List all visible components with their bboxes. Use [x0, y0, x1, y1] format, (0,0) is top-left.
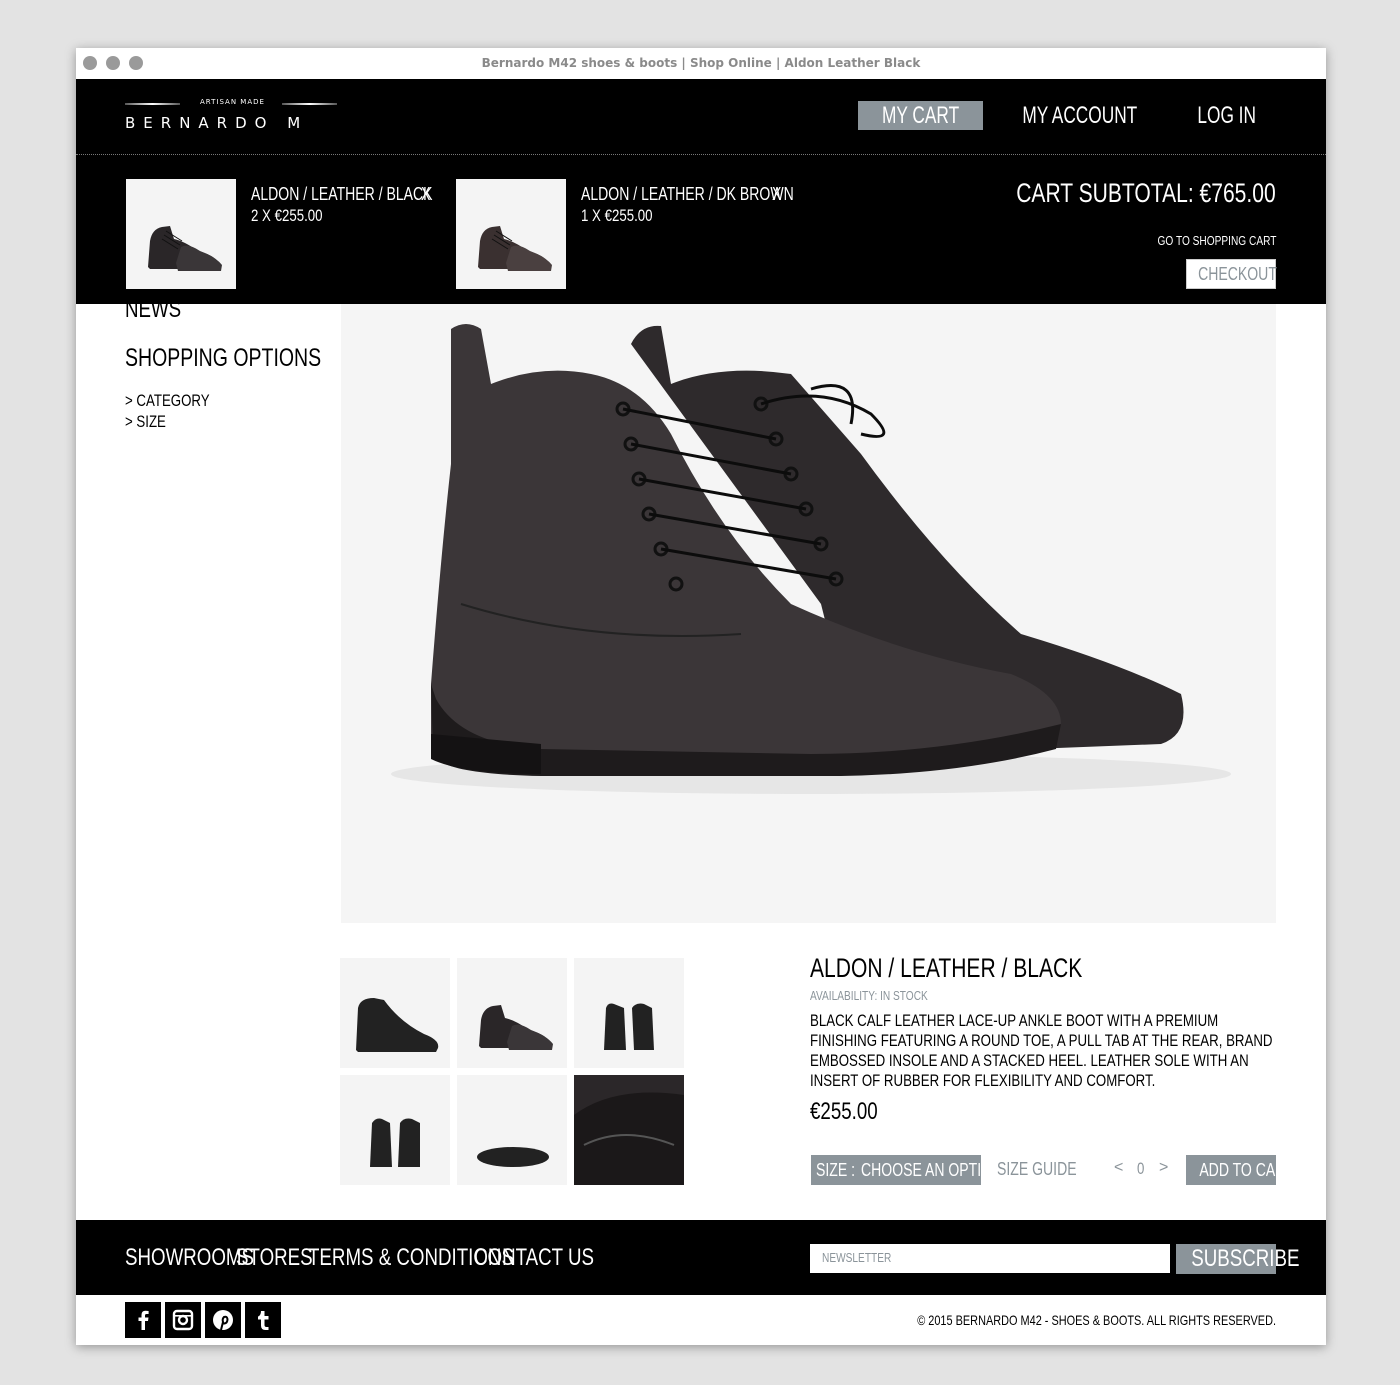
cart-item-name-label: ALDON / LEATHER / BLACK — [251, 184, 433, 204]
shopping-options-label: SHOPPING OPTIONS — [125, 344, 322, 372]
size-select-label: SIZE : — [816, 1160, 856, 1180]
chevron-right-icon: > — [1159, 1159, 1169, 1176]
product-title-label: ALDON / LEATHER / BLACK — [810, 953, 1083, 983]
facebook-icon[interactable] — [125, 1302, 161, 1338]
sidebar-link-size[interactable]: > SIZE — [125, 412, 177, 432]
boot-image-icon — [391, 324, 1231, 794]
add-to-cart-label: ADD TO CART — [1199, 1160, 1294, 1180]
site-footer: SHOWROOMS STORES TERMS & CONDITIONS CONT… — [76, 1220, 1326, 1295]
quantity-value-label: 0 — [1137, 1159, 1145, 1178]
cart-item-name[interactable]: ALDON / LEATHER / BLACK — [251, 184, 484, 205]
product-thumbnail[interactable] — [340, 1075, 450, 1185]
availability-label: AVAILABILITY: IN STOCK — [810, 988, 928, 1003]
size-select[interactable]: SIZE : CHOOSE AN OPTION — [811, 1155, 1002, 1185]
go-to-cart-link[interactable]: GO TO SHOPPING CART — [1124, 233, 1276, 248]
cart-item-qty-label: 2 X €255.00 — [251, 206, 323, 225]
boot-image-icon — [370, 1118, 420, 1167]
newsletter-placeholder: NEWSLETTER — [822, 1250, 892, 1265]
checkout-button[interactable]: CHECKOUT — [1186, 259, 1277, 289]
product-thumbnail[interactable] — [457, 1075, 567, 1185]
cart-item-image[interactable] — [126, 179, 236, 289]
footer-link-contact-label: CONTACT US — [474, 1244, 594, 1271]
title-bar: Bernardo M42 shoes & boots | Shop Online… — [76, 48, 1326, 80]
product-title: ALDON / LEATHER / BLACK — [810, 953, 1159, 984]
size-select-value: CHOOSE AN OPTION — [861, 1160, 1003, 1180]
copyright-label: © 2015 BERNARDO M42 - SHOES & BOOTS. ALL… — [917, 1312, 1276, 1328]
window-title: Bernardo M42 shoes & boots | Shop Online… — [481, 56, 921, 70]
nav-log-in-label: LOG IN — [1197, 102, 1256, 129]
qty-increase-button[interactable]: > — [1159, 1159, 1168, 1177]
remove-icon: X — [772, 184, 782, 204]
cart-item-qty-price: 2 X €255.00 — [251, 206, 343, 226]
product-price: €255.00 — [810, 1098, 897, 1126]
size-guide-link[interactable]: SIZE GUIDE — [997, 1159, 1099, 1180]
tumblr-glyph — [258, 1311, 269, 1330]
remove-icon: X — [421, 184, 431, 204]
boot-image-icon — [478, 226, 552, 271]
go-to-cart-label: GO TO SHOPPING CART — [1157, 233, 1276, 248]
sidebar-link-category[interactable]: > CATEGORY — [125, 391, 233, 411]
cart-subtotal-label: CART SUBTOTAL: €765.00 — [1016, 178, 1276, 208]
cart-dropdown: ALDON / LEATHER / BLACK 2 X €255.00 X AL… — [76, 155, 1326, 304]
product-description: BLACK CALF LEATHER LACE-UP ANKLE BOOT WI… — [810, 1011, 1273, 1090]
checkout-label: CHECKOUT — [1198, 264, 1277, 284]
subscribe-button[interactable]: SUBSCRIBE — [1176, 1244, 1299, 1274]
boot-image-icon — [479, 1005, 553, 1050]
chevron-left-icon: < — [1114, 1159, 1124, 1176]
boot-image-icon — [356, 998, 439, 1052]
instagram-icon[interactable] — [165, 1302, 201, 1338]
nav-my-account[interactable]: MY ACCOUNT — [991, 101, 1169, 130]
instagram-glyph — [172, 1309, 194, 1331]
size-guide-label: SIZE GUIDE — [997, 1159, 1077, 1179]
brand-logo[interactable]: ARTISAN MADE BERNARDO M — [125, 98, 340, 135]
top-nav: MY CART MY ACCOUNT LOG IN — [850, 101, 1276, 130]
pinterest-glyph — [213, 1310, 233, 1331]
boot-image-icon — [148, 226, 222, 271]
newsletter-input[interactable]: NEWSLETTER — [810, 1244, 1170, 1273]
nav-my-cart[interactable]: MY CART — [857, 101, 984, 130]
cart-item-qty-price: 1 X €255.00 — [581, 206, 673, 226]
product-main-image[interactable] — [341, 304, 1276, 923]
add-to-cart-button[interactable]: ADD TO CART — [1186, 1155, 1294, 1185]
boot-image-icon — [604, 1003, 654, 1050]
shopping-options-heading: SHOPPING OPTIONS — [125, 344, 376, 373]
logo-rule-left — [125, 103, 180, 105]
quantity-value[interactable]: 0 — [1137, 1159, 1146, 1179]
logo-rule-right — [282, 103, 337, 105]
footer-link-stores-label: STORES — [236, 1244, 313, 1271]
cart-item-name[interactable]: ALDON / LEATHER / DK BROWN — [581, 184, 854, 205]
sidebar-link-category-label: > CATEGORY — [125, 391, 210, 410]
site-header: ARTISAN MADE BERNARDO M MY CART MY ACCOU… — [76, 79, 1326, 155]
boot-detail-image-icon — [574, 1092, 684, 1185]
tumblr-icon[interactable] — [245, 1302, 281, 1338]
copyright-text: © 2015 BERNARDO M42 - SHOES & BOOTS. ALL… — [816, 1312, 1276, 1328]
product-thumbnail[interactable] — [574, 958, 684, 1068]
logo-tagline: ARTISAN MADE — [200, 98, 265, 106]
product-thumbnail[interactable] — [457, 958, 567, 1068]
product-thumbnail[interactable] — [574, 1075, 684, 1185]
footer-link-contact[interactable]: CONTACT US — [474, 1244, 628, 1272]
boot-sole-image-icon — [477, 1147, 549, 1167]
cart-item-remove-button[interactable]: X — [421, 184, 433, 205]
cart-subtotal: CART SUBTOTAL: €765.00 — [943, 178, 1276, 209]
product-thumbnail[interactable] — [340, 958, 450, 1068]
nav-my-cart-label: MY CART — [881, 102, 960, 129]
sidebar-link-size-label: > SIZE — [125, 412, 166, 431]
cart-item-qty-label: 1 X €255.00 — [581, 206, 653, 225]
subscribe-label: SUBSCRIBE — [1191, 1245, 1300, 1272]
cart-item-image[interactable] — [456, 179, 566, 289]
price-label: €255.00 — [810, 1098, 878, 1125]
qty-decrease-button[interactable]: < — [1114, 1159, 1123, 1177]
product-availability: AVAILABILITY: IN STOCK — [810, 988, 961, 1003]
footer-link-showrooms-label: SHOWROOMS — [125, 1244, 254, 1271]
pinterest-icon[interactable] — [205, 1302, 241, 1338]
nav-my-account-label: MY ACCOUNT — [1022, 102, 1138, 129]
cart-item-name-label: ALDON / LEATHER / DK BROWN — [581, 184, 794, 204]
facebook-glyph — [138, 1310, 149, 1330]
nav-log-in[interactable]: LOG IN — [1177, 101, 1276, 130]
browser-window: Bernardo M42 shoes & boots | Shop Online… — [76, 48, 1326, 1345]
logo-brand: BERNARDO M — [125, 114, 309, 132]
cart-item-remove-button[interactable]: X — [772, 184, 784, 205]
